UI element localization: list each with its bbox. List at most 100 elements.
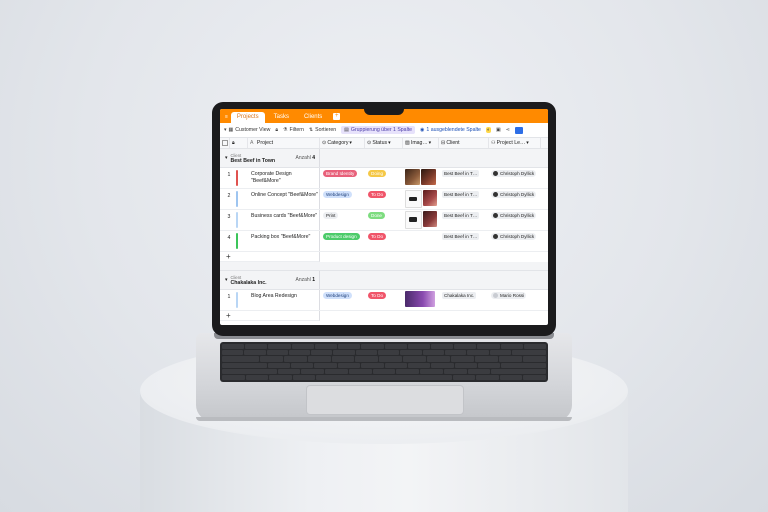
- category-badge[interactable]: Product design: [323, 233, 360, 240]
- image-thumbnail: [405, 211, 422, 229]
- image-thumbnail: [405, 190, 422, 208]
- avatar: [493, 213, 498, 218]
- lock-icon[interactable]: 🔒︎: [275, 127, 278, 133]
- client-chip[interactable]: Best Beef in T…: [442, 191, 480, 198]
- image-cell[interactable]: [403, 210, 439, 230]
- chevron-down-icon: ▾: [526, 140, 529, 146]
- person-icon: ⚇: [491, 140, 496, 146]
- add-table-button[interactable]: +: [333, 113, 341, 120]
- column-image[interactable]: ▨ Imag… ▾: [403, 138, 439, 148]
- category-badge[interactable]: Webdesign: [323, 292, 352, 299]
- status-badge[interactable]: To Do: [368, 233, 386, 240]
- lock-column-icon: 🔒︎: [230, 138, 248, 148]
- app-icon[interactable]: [514, 126, 523, 134]
- image-cell[interactable]: [403, 290, 439, 310]
- group-count-label: Anzahl: [295, 277, 311, 283]
- image-thumbnail: [422, 211, 437, 227]
- project-cell[interactable]: Business cards "Beef&More": [238, 210, 320, 230]
- group-count-value: 4: [312, 155, 315, 161]
- row-number: 4: [227, 235, 231, 241]
- sort-icon: ⇅: [308, 127, 314, 133]
- sort-button[interactable]: ⇅ Sortieren: [309, 127, 336, 133]
- column-category[interactable]: ⊙ Category ▾: [320, 138, 365, 148]
- hidden-columns-button[interactable]: ◉ 1 ausgeblendete Spalte: [420, 127, 481, 133]
- trackpad: [306, 385, 464, 415]
- project-cell[interactable]: Corporate Design "Beef&More": [238, 168, 320, 188]
- person-name: Christoph Dyllick: [500, 171, 535, 176]
- filter-button[interactable]: ⚗ Filtern: [283, 127, 304, 133]
- tab-clients[interactable]: Clients: [298, 112, 328, 123]
- person-chip[interactable]: Christoph Dyllick: [491, 233, 537, 240]
- group-button[interactable]: ▤ Gruppierung über 1 Spalte: [341, 126, 416, 134]
- column-project-lead[interactable]: ⚇ Project Le… ▾: [489, 138, 541, 148]
- column-status[interactable]: ⊙ Status ▾: [365, 138, 403, 148]
- view-icon: ▦: [228, 127, 234, 133]
- column-client[interactable]: ⊟ Client: [439, 138, 489, 148]
- select-all-checkbox[interactable]: [220, 138, 230, 148]
- status-badge[interactable]: Done: [368, 212, 385, 219]
- image-thumbnail: [405, 291, 435, 307]
- image-cell[interactable]: [403, 231, 439, 251]
- print-icon[interactable]: ▣: [496, 127, 501, 133]
- avatar: [493, 234, 498, 239]
- person-chip[interactable]: Christoph Dyllick: [491, 191, 537, 198]
- laptop-front-edge: [196, 417, 572, 421]
- person-name: Christoph Dyllick: [500, 192, 535, 197]
- share-icon[interactable]: ⋖: [506, 127, 510, 133]
- menu-icon[interactable]: ≡: [225, 114, 228, 120]
- collapse-triangle-icon[interactable]: ▾: [225, 155, 228, 161]
- client-chip[interactable]: Chakalaka Inc.: [442, 292, 477, 299]
- eye-icon: ◉: [420, 127, 425, 133]
- row-number: 1: [227, 294, 231, 300]
- column-image-label: Imag…: [410, 140, 428, 146]
- table-row[interactable]: 1 Blog Area Redesign Webdesign To Do Cha…: [220, 290, 548, 311]
- status-badge[interactable]: To Do: [368, 191, 386, 198]
- image-icon: ▨: [405, 140, 410, 146]
- image-cell[interactable]: [403, 168, 439, 188]
- add-row-button[interactable]: +: [220, 311, 320, 321]
- table-row[interactable]: 4 Packing box "Beef&More" Product design…: [220, 231, 548, 252]
- text-icon: A: [250, 140, 254, 146]
- person-chip[interactable]: Christoph Dyllick: [491, 212, 537, 219]
- chevron-down-icon: ▾: [388, 140, 391, 146]
- column-category-label: Category: [327, 140, 349, 146]
- filter-label: Filtern: [289, 127, 304, 133]
- image-thumbnail: [421, 169, 436, 185]
- group-header[interactable]: ▾ Client Best Beef in Town Anzahl 4: [220, 149, 548, 168]
- add-row-button[interactable]: +: [220, 252, 320, 262]
- project-cell[interactable]: Packing box "Beef&More": [238, 231, 320, 251]
- status-badge[interactable]: Doing: [368, 170, 387, 177]
- column-project[interactable]: A Project: [248, 138, 320, 148]
- column-client-label: Client: [446, 140, 460, 146]
- group-header[interactable]: ▾ Client Chakalaka Inc. Anzahl 1: [220, 271, 548, 290]
- image-cell[interactable]: [403, 189, 439, 209]
- group-separator: [220, 262, 548, 271]
- collapse-triangle-icon[interactable]: ▾: [225, 277, 228, 283]
- view-selector[interactable]: ▾ ▦ Customer View: [224, 127, 270, 133]
- row-color-bar: [236, 233, 238, 249]
- client-chip[interactable]: Best Beef in T…: [442, 170, 480, 177]
- person-chip[interactable]: Mario Rossi: [491, 292, 527, 299]
- table-row[interactable]: 2 Online Concept "Beef&More" Webdesign T…: [220, 189, 548, 210]
- table-row[interactable]: 1 Corporate Design "Beef&More" Brand Ide…: [220, 168, 548, 189]
- person-chip[interactable]: Christoph Dyllick: [491, 170, 537, 177]
- link-icon: ⊟: [441, 140, 446, 146]
- highlight-icon[interactable]: ◐: [485, 127, 491, 133]
- category-badge[interactable]: Print: [323, 212, 339, 219]
- row-number: 1: [227, 172, 231, 178]
- row-color-bar: [236, 191, 238, 207]
- group-count-value: 1: [312, 277, 315, 283]
- table-row[interactable]: 3 Business cards "Beef&More" Print Done …: [220, 210, 548, 231]
- tab-tasks[interactable]: Tasks: [268, 112, 295, 123]
- category-badge[interactable]: Webdesign: [323, 191, 352, 198]
- single-select-icon: ⊙: [367, 140, 372, 146]
- client-chip[interactable]: Best Beef in T…: [442, 233, 480, 240]
- person-name: Christoph Dyllick: [500, 213, 535, 218]
- image-thumbnail: [422, 190, 437, 206]
- client-chip[interactable]: Best Beef in T…: [442, 212, 480, 219]
- project-cell[interactable]: Blog Area Redesign: [238, 290, 320, 310]
- project-cell[interactable]: Online Concept "Beef&More": [238, 189, 320, 209]
- status-badge[interactable]: To Do: [368, 292, 386, 299]
- tab-projects[interactable]: Projects: [230, 112, 265, 123]
- category-badge[interactable]: Brand Identity: [323, 170, 358, 177]
